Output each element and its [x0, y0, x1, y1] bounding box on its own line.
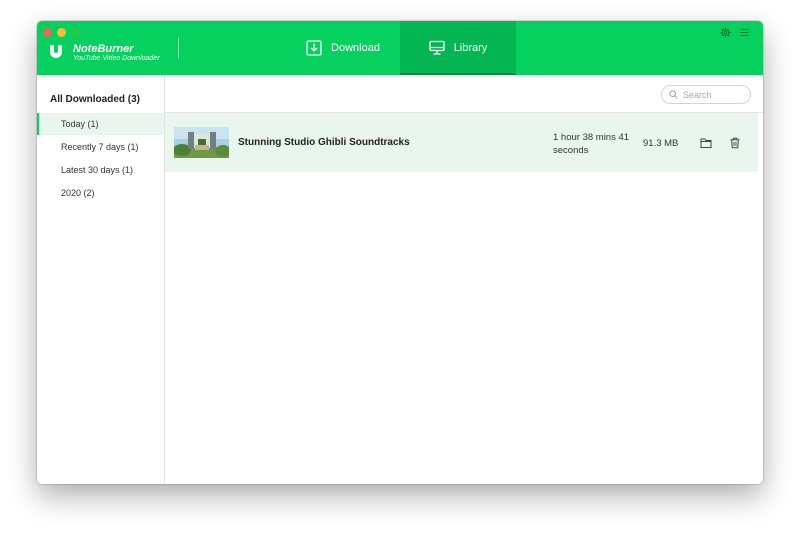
tab-library-label: Library	[453, 42, 488, 54]
minimize-window-button[interactable]	[57, 28, 66, 37]
download-icon	[306, 40, 322, 56]
zoom-window-button[interactable]	[71, 28, 80, 37]
app-subtitle: YouTube Video Downloader	[73, 55, 160, 62]
search-box[interactable]	[661, 85, 751, 104]
video-size: 91.3 MB	[643, 138, 679, 149]
title-bar: NoteBurner YouTube Video Downloader Down…	[37, 21, 763, 75]
video-title: Stunning Studio Ghibli Soundtracks	[238, 137, 410, 148]
app-window: NoteBurner YouTube Video Downloader Down…	[37, 21, 763, 484]
sidebar: All Downloaded (3) Today (1) Recently 7 …	[37, 75, 165, 484]
video-duration: 1 hour 38 mins 41 seconds	[553, 132, 630, 156]
sidebar-item-latest-30-days[interactable]: Latest 30 days (1)	[37, 159, 164, 181]
video-thumbnail	[174, 127, 229, 158]
sidebar-item-label: Recently 7 days (1)	[61, 142, 139, 152]
video-row[interactable]: Stunning Studio Ghibli Soundtracks 1 hou…	[165, 113, 758, 172]
tab-download-label: Download	[331, 42, 380, 54]
library-toolbar	[165, 75, 763, 113]
search-icon	[669, 90, 678, 99]
noteburner-logo-icon	[50, 44, 62, 58]
sidebar-item-recent-7-days[interactable]: Recently 7 days (1)	[37, 136, 164, 158]
app-name: NoteBurner	[73, 43, 134, 55]
tab-download[interactable]: Download	[286, 21, 400, 75]
trash-icon[interactable]	[729, 137, 741, 149]
gear-icon[interactable]	[720, 27, 731, 38]
monitor-icon	[429, 40, 445, 55]
sidebar-item-label: Today (1)	[61, 119, 99, 129]
folder-icon[interactable]	[700, 137, 712, 149]
tab-library[interactable]: Library	[400, 21, 516, 75]
sidebar-item-label: Latest 30 days (1)	[61, 165, 134, 175]
sidebar-header[interactable]: All Downloaded (3)	[50, 94, 140, 105]
menu-icon[interactable]	[740, 28, 749, 37]
close-window-button[interactable]	[43, 28, 52, 37]
search-input[interactable]	[681, 87, 749, 103]
header-divider	[178, 37, 179, 59]
sidebar-item-2020[interactable]: 2020 (2)	[37, 182, 164, 204]
sidebar-item-today[interactable]: Today (1)	[37, 113, 164, 135]
sidebar-item-label: 2020 (2)	[61, 188, 95, 198]
